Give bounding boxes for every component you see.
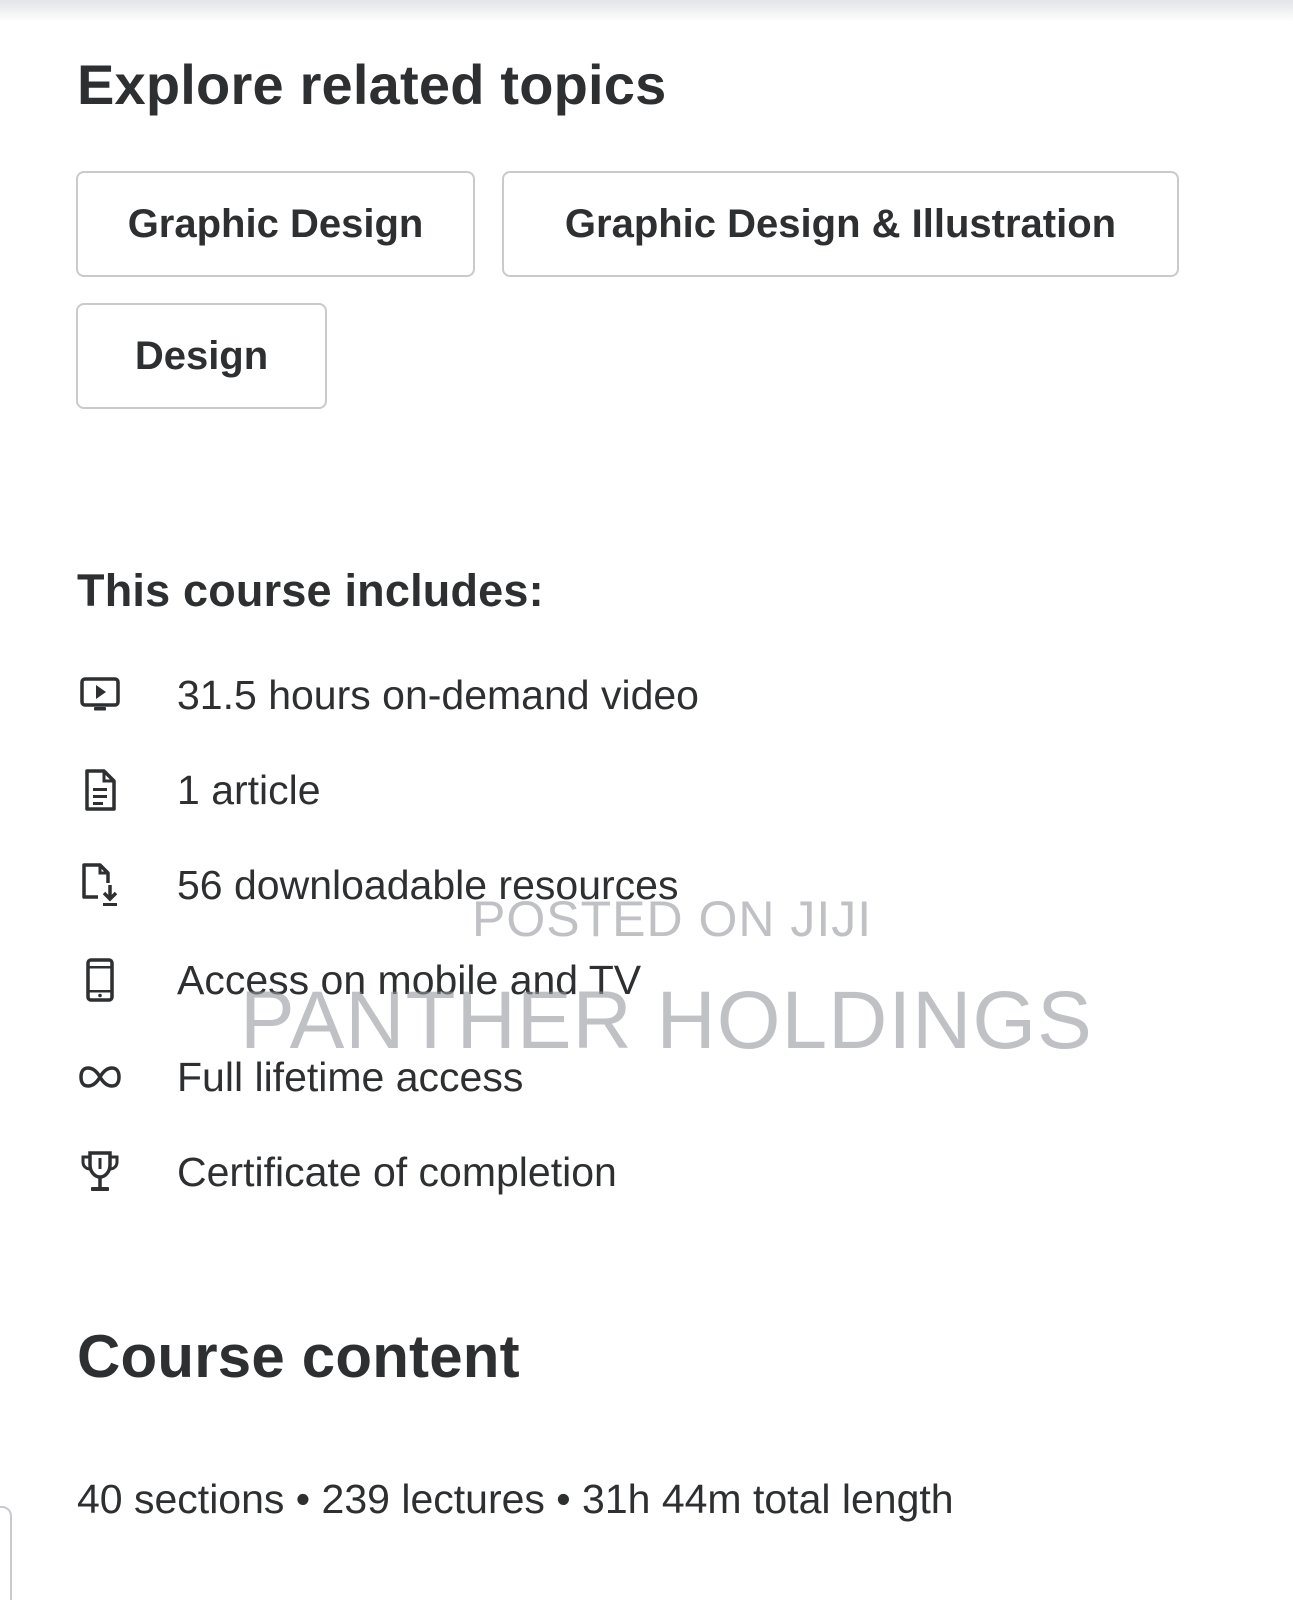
include-item-mobile-tv: Access on mobile and TV — [78, 950, 978, 1010]
infinity-icon — [78, 1053, 122, 1101]
include-item-lifetime-access: Full lifetime access — [78, 1047, 978, 1107]
topic-button-graphic-design-illustration[interactable]: Graphic Design & Illustration — [502, 171, 1179, 277]
topic-button-graphic-design[interactable]: Graphic Design — [76, 171, 475, 277]
trophy-icon — [78, 1148, 122, 1196]
include-item-downloadable-resources: 56 downloadable resources — [78, 855, 978, 915]
course-content-title: Course content — [77, 1323, 520, 1390]
include-item-article: 1 article — [78, 760, 978, 820]
include-item-video: 31.5 hours on-demand video — [78, 665, 978, 725]
course-page: Explore related topics Graphic Design Gr… — [0, 0, 1293, 1600]
course-includes-title: This course includes: — [77, 565, 544, 616]
topic-button-design[interactable]: Design — [76, 303, 327, 409]
include-item-label: Certificate of completion — [177, 1148, 617, 1195]
include-item-label: 56 downloadable resources — [177, 861, 679, 908]
include-item-label: Full lifetime access — [177, 1053, 524, 1100]
include-item-certificate: Certificate of completion — [78, 1142, 978, 1202]
header-shadow — [0, 0, 1293, 22]
download-file-icon — [78, 861, 122, 909]
related-topics-title: Explore related topics — [77, 53, 667, 116]
include-item-label: 1 article — [177, 766, 321, 813]
include-item-label: 31.5 hours on-demand video — [177, 671, 699, 718]
include-item-label: Access on mobile and TV — [177, 956, 642, 1003]
offscreen-card-edge — [0, 1506, 12, 1600]
course-content-summary: 40 sections • 239 lectures • 31h 44m tot… — [77, 1476, 954, 1522]
video-icon — [78, 671, 122, 719]
article-icon — [78, 766, 122, 814]
mobile-icon — [78, 956, 122, 1004]
